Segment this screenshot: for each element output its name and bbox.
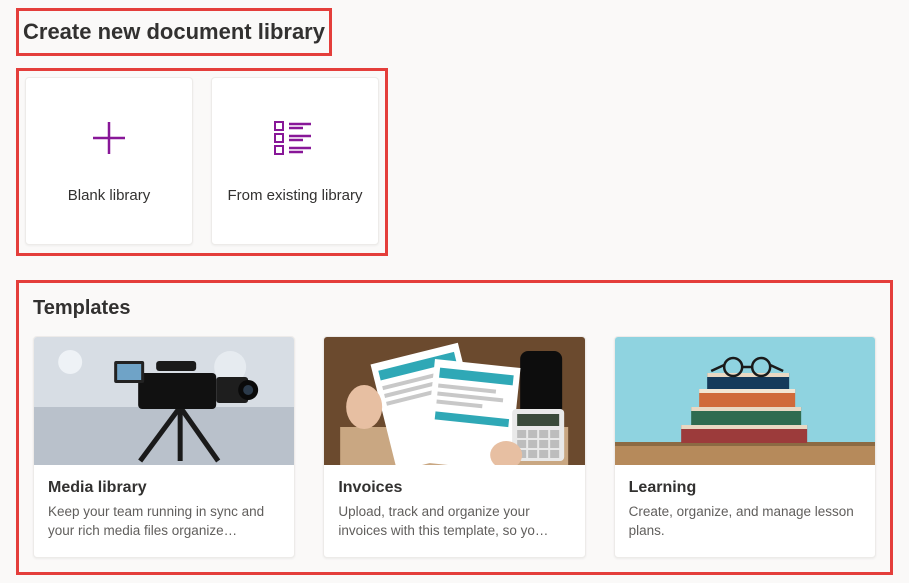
learning-thumb: [615, 337, 875, 465]
from-existing-library-card[interactable]: From existing library: [211, 77, 379, 245]
media-thumb: [34, 337, 294, 465]
template-card-invoices[interactable]: Invoices Upload, track and organize your…: [323, 336, 585, 558]
option-label: From existing library: [217, 186, 372, 206]
page-title: Create new document library: [16, 8, 332, 56]
templates-heading: Templates: [33, 297, 876, 320]
template-title: Learning: [629, 479, 861, 497]
template-desc: Upload, track and organize your invoices…: [338, 503, 570, 541]
option-label: Blank library: [58, 186, 161, 206]
blank-library-card[interactable]: Blank library: [25, 77, 193, 245]
plus-icon: [87, 116, 131, 160]
templates-section: Templates: [16, 280, 893, 575]
invoices-thumb: [324, 337, 584, 465]
template-title: Invoices: [338, 479, 570, 497]
template-card-media-library[interactable]: Media library Keep your team running in …: [33, 336, 295, 558]
template-desc: Create, organize, and manage lesson plan…: [629, 503, 861, 541]
from-existing-icon: [273, 116, 317, 160]
create-options-group: Blank library From existing library: [16, 68, 388, 256]
template-desc: Keep your team running in sync and your …: [48, 503, 280, 541]
template-card-learning[interactable]: Learning Create, organize, and manage le…: [614, 336, 876, 558]
template-title: Media library: [48, 479, 280, 497]
templates-row: Media library Keep your team running in …: [33, 336, 876, 558]
